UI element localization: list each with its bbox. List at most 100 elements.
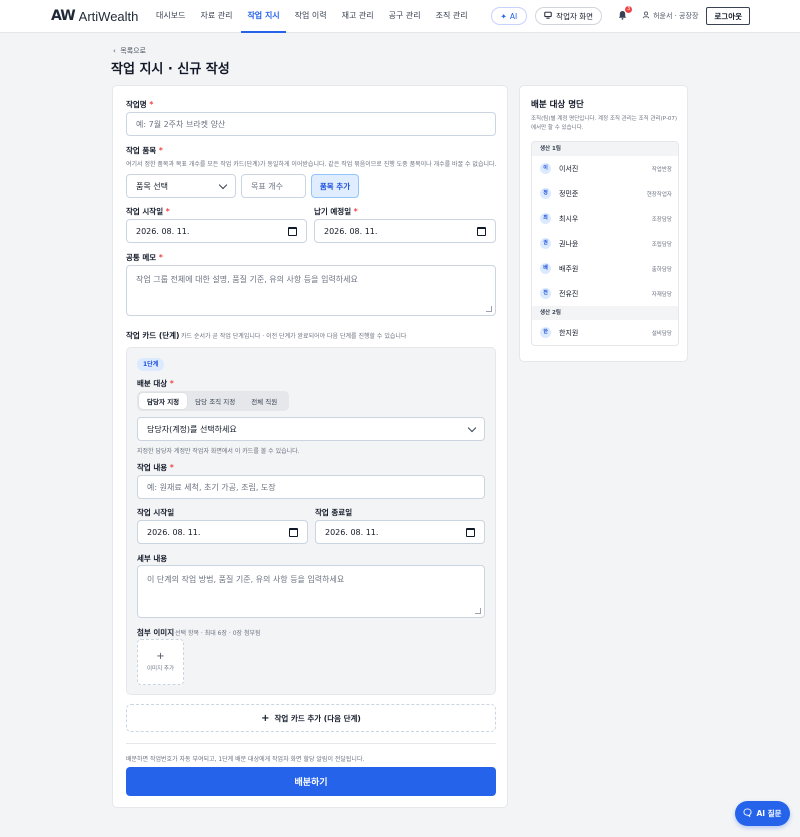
user-menu[interactable]: 허윤서 · 공장장 — [642, 11, 698, 21]
calendar-icon[interactable] — [289, 527, 298, 537]
calendar-icon[interactable] — [477, 226, 486, 236]
person-role: 출하담당 — [651, 266, 672, 273]
stage-detail-label: 세부 내용 — [137, 554, 168, 563]
list-item[interactable]: 한 한지원 설비담당 — [532, 320, 678, 345]
due-date-input[interactable]: 2026. 08. 11. — [314, 219, 496, 243]
worker-view-button[interactable]: 작업자 화면 — [535, 7, 603, 25]
ai-question-label: AI 질문 — [756, 809, 782, 818]
stage-badge: 1단계 — [137, 358, 165, 371]
avatar: 권 — [540, 238, 551, 249]
notifications-button[interactable]: 3 — [616, 6, 633, 23]
person-name: 권나윤 — [559, 239, 579, 248]
nav-tools[interactable]: 공구 관리 — [383, 0, 427, 33]
avatar: 최 — [540, 213, 551, 224]
back-to-list-link[interactable]: ‹ 목록으로 — [113, 46, 146, 56]
nav-data-management[interactable]: 자료 관리 — [194, 0, 238, 33]
assignee-select-value: 담당자(계정)를 선택하세요 — [147, 424, 237, 434]
chevron-down-icon — [218, 180, 228, 189]
ai-button[interactable]: ✦ AI — [490, 7, 528, 25]
task-name-label: 작업명 * — [126, 100, 154, 109]
nav-dashboard[interactable]: 대시보드 — [150, 0, 191, 33]
start-date-input[interactable]: 2026. 08. 11. — [126, 219, 307, 243]
attach-images-help: 선택 항목 · 최대 6장 · 0장 첨부됨 — [175, 630, 261, 637]
person-name: 한지원 — [559, 328, 579, 337]
item-select[interactable]: 품목 선택 — [126, 174, 236, 198]
memo-textarea[interactable]: 작업 그룹 전체에 대한 설명, 품질 기준, 유의 사항 등을 입력하세요 — [126, 265, 496, 316]
nav-inventory[interactable]: 재고 관리 — [336, 0, 380, 33]
plus-icon: + — [156, 651, 165, 662]
due-date-value: 2026. 08. 11. — [324, 226, 378, 236]
notification-count-badge: 3 — [625, 6, 633, 13]
roster-description: 조직(팀)별 계정 명단입니다. 계정 조직 관리는 조직 관리(P-07)에서… — [531, 116, 678, 131]
list-item[interactable]: 정 정민준 현장작업자 — [532, 181, 678, 206]
roster-title: 배분 대상 명단 — [531, 100, 584, 110]
stage-detail-textarea[interactable]: 이 단계의 작업 방법, 품질 기준, 유의 사항 등을 입력하세요 — [137, 565, 485, 618]
memo-label: 공통 메모 * — [126, 253, 163, 262]
stage-start-label: 작업 시작일 — [137, 508, 175, 517]
nav-organization[interactable]: 조직 관리 — [430, 0, 474, 33]
attach-images-label: 첨부 이미지 — [137, 628, 175, 637]
start-date-value: 2026. 08. 11. — [136, 226, 190, 236]
chat-bubble-icon — [743, 808, 753, 819]
stage-end-label: 작업 종료일 — [315, 508, 353, 517]
person-role: 설비담당 — [651, 330, 672, 337]
assignee-select[interactable]: 담당자(계정)를 선택하세요 — [137, 417, 485, 441]
assign-type-tabs: 담당자 지정 담당 조직 지정 전체 직원 — [137, 391, 289, 411]
stage-start-date-input[interactable]: 2026. 08. 11. — [137, 520, 308, 544]
ai-question-fab[interactable]: AI 질문 — [735, 801, 790, 826]
tab-all-staff[interactable]: 전체 직원 — [243, 393, 285, 409]
calendar-icon[interactable] — [466, 527, 475, 537]
items-help: 여기서 정한 품목과 목표 개수를 모든 작업 카드(단계)가 동일하게 이어받… — [126, 161, 497, 168]
stage-start-value: 2026. 08. 11. — [147, 527, 201, 537]
avatar: 배 — [540, 263, 551, 274]
cards-label: 작업 카드 (단계) — [126, 331, 180, 340]
assignee-help: 지정한 담당자 계정만 작업자 화면에서 이 카드를 볼 수 있습니다. — [137, 448, 300, 455]
distribute-button[interactable]: 배분하기 — [126, 767, 496, 796]
due-date-label: 납기 예정일 * — [314, 207, 358, 216]
memo-placeholder: 작업 그룹 전체에 대한 설명, 품질 기준, 유의 사항 등을 입력하세요 — [136, 275, 358, 284]
sparkle-icon: ✦ — [500, 11, 507, 21]
tab-organization[interactable]: 담당 조직 지정 — [187, 393, 243, 409]
stage-content-input[interactable]: 예: 원재료 세척, 초기 가공, 조립, 도장 — [137, 475, 485, 499]
add-item-button[interactable]: 품목 추가 — [311, 174, 359, 198]
resize-handle-icon[interactable] — [475, 608, 481, 614]
target-quantity-input[interactable]: 목표 개수 — [241, 174, 306, 198]
start-date-label: 작업 시작일 * — [126, 207, 170, 216]
monitor-icon — [544, 11, 552, 21]
logo-mark: AW — [51, 8, 76, 24]
resize-handle-icon[interactable] — [486, 306, 492, 312]
roster-group-header: 생산 1팀 — [532, 142, 678, 156]
add-image-button[interactable]: + 이미지 추가 — [137, 639, 184, 685]
list-item[interactable]: 전 전유진 자재담당 — [532, 281, 678, 306]
person-role: 현장작업자 — [646, 191, 672, 198]
person-name: 정민준 — [559, 189, 579, 198]
chevron-down-icon — [467, 423, 477, 432]
logout-button[interactable]: 로그아웃 — [706, 7, 750, 25]
tab-assignee[interactable]: 담당자 지정 — [139, 393, 188, 409]
nav-work-orders[interactable]: 작업 지시 — [241, 0, 286, 33]
item-select-value: 품목 선택 — [136, 181, 168, 191]
stage-detail-placeholder: 이 단계의 작업 방법, 품질 기준, 유의 사항 등을 입력하세요 — [147, 575, 345, 584]
add-work-card-button[interactable]: + 작업 카드 추가 (다음 단계) — [126, 704, 496, 732]
chevron-left-icon: ‹ — [113, 47, 116, 55]
top-navigation-bar: AW ArtiWealth 대시보드 자료 관리 작업 지시 작업 이력 재고 … — [0, 0, 800, 33]
nav-work-history[interactable]: 작업 이력 — [289, 0, 333, 33]
logo[interactable]: AW ArtiWealth — [51, 8, 138, 24]
list-item[interactable]: 이 이서진 작업반장 — [532, 156, 678, 181]
ai-button-label: AI — [509, 11, 518, 21]
person-name: 배주원 — [559, 264, 579, 273]
calendar-icon[interactable] — [288, 226, 297, 236]
task-name-input[interactable]: 예: 7월 2주차 브라켓 양산 — [126, 112, 496, 136]
divider — [126, 743, 496, 744]
stage-card-1: 1단계 배분 대상 * 담당자 지정 담당 조직 지정 전체 직원 담당자(계정… — [126, 347, 496, 695]
submit-note: 배분하면 작업번호가 자동 부여되고, 1단계 배분 대상에게 작업자 화면 할… — [126, 756, 365, 763]
list-item[interactable]: 배 배주원 출하담당 — [532, 256, 678, 281]
roster-group-header: 생산 2팀 — [532, 306, 678, 320]
list-item[interactable]: 최 최시우 조장담당 — [532, 206, 678, 231]
page-title: 작업 지시 · 신규 작성 — [111, 62, 230, 77]
list-item[interactable]: 권 권나윤 조립담당 — [532, 231, 678, 256]
person-role: 작업반장 — [651, 166, 672, 173]
stage-end-date-input[interactable]: 2026. 08. 11. — [315, 520, 485, 544]
avatar: 전 — [540, 288, 551, 299]
worker-view-label: 작업자 화면 — [556, 11, 594, 21]
